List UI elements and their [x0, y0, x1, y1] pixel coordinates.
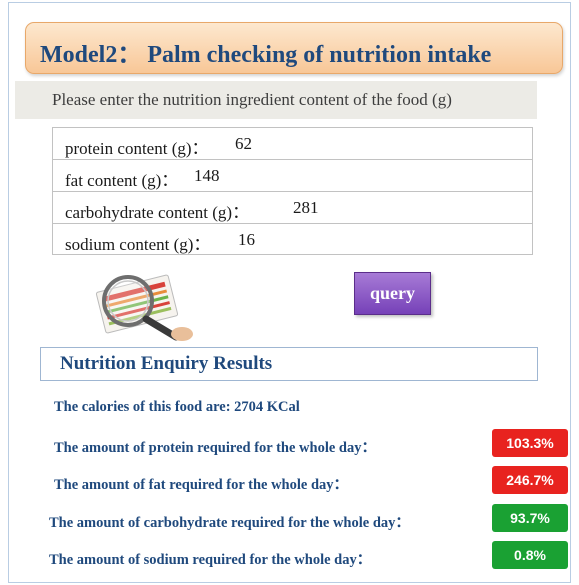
results-header-title: Nutrition Enquiry Results [60, 353, 273, 374]
fat-result-badge: 246.7% [492, 466, 568, 494]
instruction-bar: Please enter the nutrition ingredient co… [15, 81, 537, 119]
calories-result: The calories of this food are: 2704 KCal [54, 399, 300, 415]
results-header: Nutrition Enquiry Results [40, 347, 538, 381]
fat-result-text: The amount of fat required for the whole… [54, 477, 349, 493]
protein-result-badge: 103.3% [492, 429, 568, 457]
title-bar: Model2： Palm checking of nutrition intak… [25, 22, 563, 74]
sodium-field-row[interactable]: sodium content (g)： 16 [53, 224, 532, 256]
carbohydrate-field-value[interactable]: 281 [293, 198, 319, 218]
protein-result-text: The amount of protein required for the w… [54, 440, 376, 456]
carbohydrate-field-label: carbohydrate content (g)： [65, 203, 250, 222]
protein-field-label: protein content (g)： [65, 139, 209, 158]
page-title: Model2： Palm checking of nutrition intak… [40, 42, 492, 68]
query-button[interactable]: query [354, 272, 431, 315]
carbohydrate-field-row[interactable]: carbohydrate content (g)： 281 [53, 192, 532, 224]
carbohydrate-result-text: The amount of carbohydrate required for … [49, 515, 410, 531]
fat-field-row[interactable]: fat content (g)： 148 [53, 160, 532, 192]
sodium-field-label: sodium content (g)： [65, 235, 211, 254]
sodium-field-value[interactable]: 16 [238, 230, 255, 250]
fat-field-value[interactable]: 148 [194, 166, 220, 186]
protein-field-value[interactable]: 62 [235, 134, 252, 154]
magnifying-glass-icon [95, 274, 193, 341]
instruction-text: Please enter the nutrition ingredient co… [52, 90, 452, 109]
protein-field-row[interactable]: protein content (g)： 62 [53, 128, 532, 160]
carbohydrate-result-badge: 93.7% [492, 504, 568, 532]
fat-field-label: fat content (g)： [65, 171, 179, 190]
nutrition-input-table: protein content (g)： 62 fat content (g)：… [52, 127, 533, 255]
sodium-result-text: The amount of sodium required for the wh… [49, 552, 372, 568]
sodium-result-badge: 0.8% [492, 541, 568, 569]
